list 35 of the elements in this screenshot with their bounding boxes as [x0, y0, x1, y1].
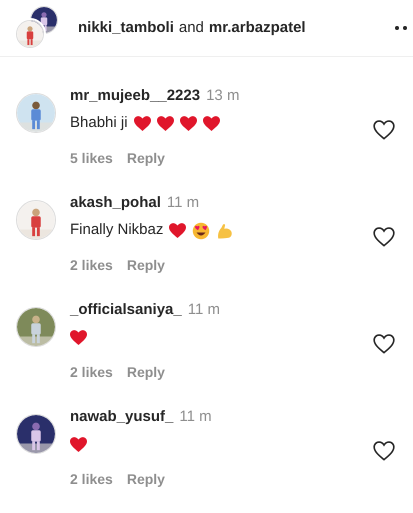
- heart-emoji-icon: [70, 437, 87, 452]
- heart-emoji-icon: [169, 223, 186, 238]
- like-heart-icon[interactable]: [373, 334, 395, 354]
- likes-count-link[interactable]: 2 likes: [70, 254, 113, 276]
- username-link[interactable]: nikki_tamboli: [78, 16, 174, 40]
- reply-button[interactable]: Reply: [126, 254, 165, 276]
- comment-time: 13 m: [206, 86, 240, 106]
- comment-time: 11 m: [188, 300, 220, 320]
- likes-count-link[interactable]: 2 likes: [70, 362, 113, 382]
- reply-button[interactable]: Reply: [126, 362, 165, 382]
- comment-text: Finally Nikbaz: [70, 220, 164, 240]
- username-link[interactable]: _officialsaniya_: [70, 299, 182, 322]
- heart-eyes-emoji-icon: [192, 222, 210, 240]
- likes-count-link[interactable]: 2 likes: [70, 468, 113, 490]
- reply-button[interactable]: Reply: [126, 468, 165, 490]
- heart-emoji-icon: [180, 116, 197, 131]
- heart-emoji-icon: [202, 116, 220, 131]
- more-icon[interactable]: [395, 26, 407, 30]
- username-link[interactable]: mr.arbazpatel: [208, 16, 306, 40]
- username-link[interactable]: mr_mujeeb__2223: [70, 85, 200, 108]
- like-heart-icon[interactable]: [373, 441, 395, 461]
- reply-button[interactable]: Reply: [126, 148, 165, 168]
- heart-emoji-icon: [70, 330, 87, 345]
- username-link[interactable]: nawab_yusuf_: [70, 406, 174, 428]
- username-link[interactable]: akash_pohal: [70, 192, 161, 214]
- likes-count-link[interactable]: 5 likes: [70, 148, 113, 168]
- like-heart-icon[interactable]: [373, 227, 395, 247]
- comment-time: 11 m: [166, 193, 200, 213]
- heart-emoji-icon: [156, 116, 174, 131]
- flexed-biceps-emoji-icon: [216, 222, 234, 240]
- joiner-text: and: [178, 18, 204, 38]
- heart-emoji-icon: [134, 116, 151, 131]
- comment-text: Bhabhi ji: [70, 113, 128, 134]
- like-heart-icon[interactable]: [373, 120, 395, 140]
- comment-time: 11 m: [179, 407, 212, 427]
